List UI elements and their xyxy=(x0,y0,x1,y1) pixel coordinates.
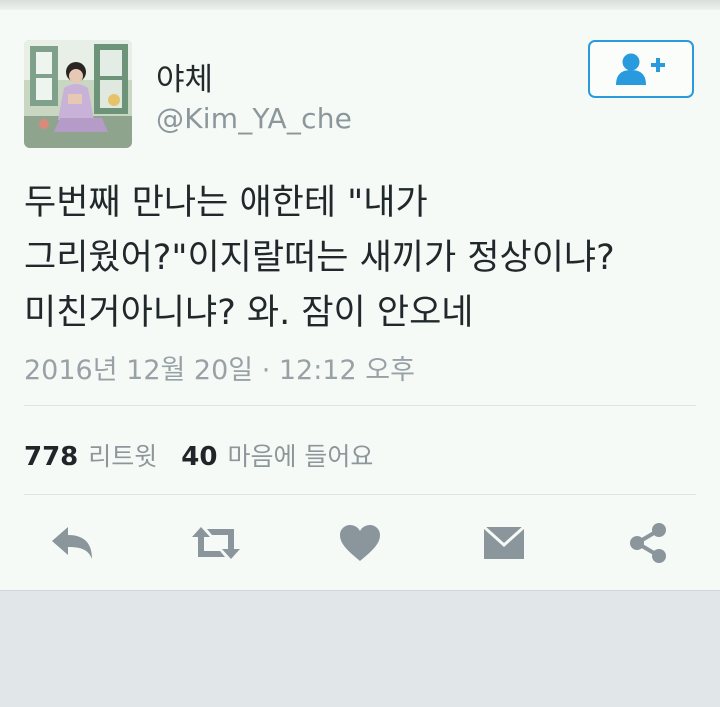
avatar-image xyxy=(24,40,132,148)
share-icon xyxy=(630,523,666,563)
tweet-actions xyxy=(0,505,720,585)
follow-button[interactable] xyxy=(588,40,694,98)
like-button[interactable] xyxy=(332,515,388,571)
retweet-icon xyxy=(192,527,240,559)
direct-message-icon xyxy=(482,525,526,559)
divider xyxy=(24,405,696,406)
like-count[interactable]: 40 xyxy=(181,442,217,472)
retweet-count-label[interactable]: 리트윗 xyxy=(88,437,157,473)
retweet-count[interactable]: 778 xyxy=(24,442,78,472)
add-user-icon xyxy=(616,53,665,85)
like-heart-icon xyxy=(340,525,380,561)
reply-icon xyxy=(52,527,92,559)
user-handle[interactable]: @Kim_YA_che xyxy=(156,102,352,135)
tweet-card: 야체 @Kim_YA_che 두번째 만나는 애한테 "내가 그리웠어?"이지랄… xyxy=(0,10,720,590)
reply-button[interactable] xyxy=(44,515,100,571)
tweet-timestamp: 2016년 12월 20일 · 12:12 오후 xyxy=(24,355,415,386)
share-button[interactable] xyxy=(620,515,676,571)
top-divider xyxy=(0,0,720,10)
tweet-text: 두번째 만나는 애한테 "내가 그리웠어?"이지랄떠는 새끼가 정상이냐? 미친… xyxy=(24,183,615,333)
tweet-stats: 778 리트윗 40 마음에 들어요 xyxy=(24,437,397,473)
divider xyxy=(24,494,696,495)
message-button[interactable] xyxy=(476,515,532,571)
avatar[interactable] xyxy=(24,40,132,148)
bottom-area xyxy=(0,590,720,707)
display-name[interactable]: 야체 xyxy=(156,54,213,99)
like-count-label[interactable]: 마음에 들어요 xyxy=(227,437,373,473)
retweet-button[interactable] xyxy=(188,515,244,571)
